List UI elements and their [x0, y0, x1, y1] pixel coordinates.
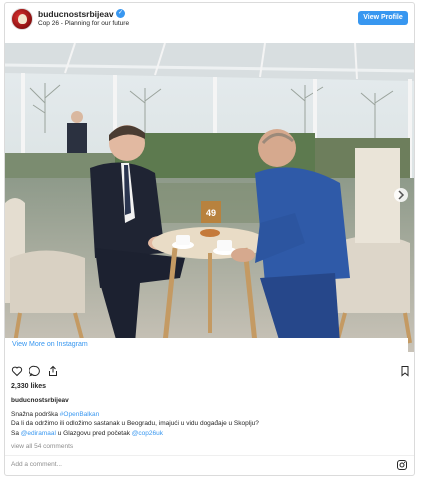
caption-line-3: Sa @ediramaal u Glazgovu pred početak @c… — [11, 429, 406, 439]
caption: buducnostsrbijeav Snažna podrška #OpenBa… — [11, 396, 406, 438]
likes-count[interactable]: 2,330 likes — [11, 383, 46, 390]
table-number: 49 — [206, 208, 216, 218]
caption-text: u Glazgovu pred početak — [55, 429, 132, 437]
heart-icon[interactable] — [11, 365, 23, 377]
divider — [5, 455, 414, 456]
view-more-link[interactable]: View More on Instagram — [5, 338, 408, 352]
view-comments-link[interactable]: view all 54 comments — [11, 443, 73, 450]
bookmark-icon[interactable] — [399, 365, 411, 377]
mention-link[interactable]: @cop26uk — [132, 430, 163, 437]
add-comment-input[interactable]: Add a comment... — [11, 461, 62, 468]
caption-username[interactable]: buducnostsrbijeav — [11, 396, 406, 406]
avatar[interactable] — [11, 8, 33, 30]
username[interactable]: buducnostsrbijeav — [38, 9, 114, 19]
caption-text: Snažna podrška — [11, 410, 60, 418]
next-chevron-button[interactable] — [394, 188, 408, 202]
hashtag-link[interactable]: #OpenBalkan — [60, 411, 99, 418]
view-profile-button[interactable]: View Profile — [358, 11, 408, 25]
verified-badge-icon: ✓ — [116, 9, 125, 18]
caption-line-2: Da li da održimo ili odložimo sastanak u… — [11, 420, 259, 427]
comment-icon[interactable] — [29, 365, 41, 377]
share-icon[interactable] — [47, 365, 59, 377]
instagram-embed-card: buducnostsrbijeav ✓ Cop 26 - Planning fo… — [4, 2, 415, 476]
location[interactable]: Cop 26 - Planning for our future — [38, 20, 129, 27]
post-header: buducnostsrbijeav ✓ Cop 26 - Planning fo… — [5, 3, 414, 37]
caption-text: Sa — [11, 429, 21, 437]
caption-line-1: Snažna podrška #OpenBalkan — [11, 410, 406, 420]
instagram-icon[interactable] — [396, 459, 408, 471]
meeting-photo-illustration: 49 — [5, 43, 414, 352]
mention-link[interactable]: @ediramaal — [21, 430, 56, 437]
post-photo[interactable]: 49 — [5, 43, 414, 352]
action-bar — [11, 365, 411, 379]
